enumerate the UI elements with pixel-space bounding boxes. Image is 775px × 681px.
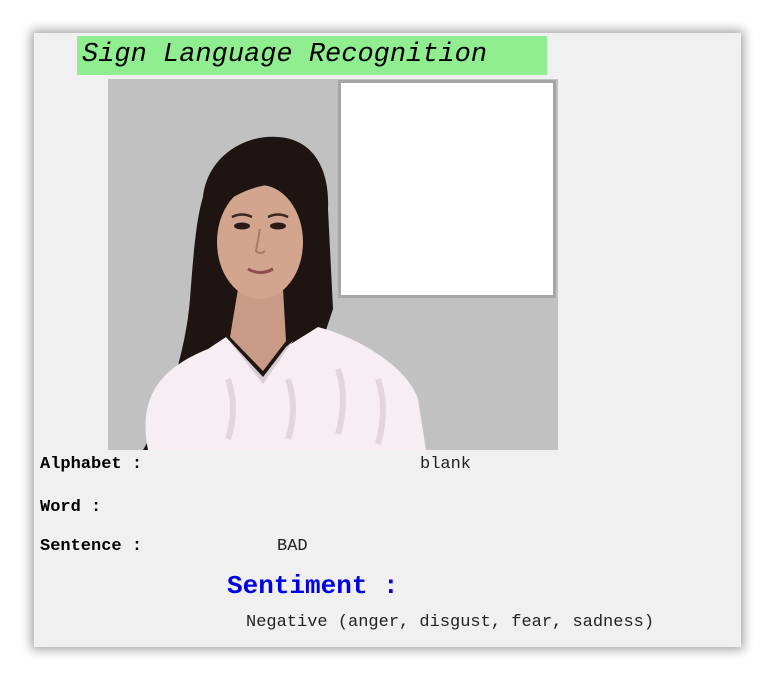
sentence-label: Sentence :: [40, 537, 143, 556]
sentiment-value: Negative (anger, disgust, fear, sadness): [246, 613, 655, 632]
app-title: Sign Language Recognition: [77, 36, 547, 75]
hand-roi-box: [338, 80, 556, 298]
app-window: Sign Language Recognition Alphabet: bla…: [34, 33, 741, 647]
alphabet-label: Alphabet :: [40, 455, 143, 474]
word-label: Word :: [40, 498, 102, 517]
alphabet-value: blank: [420, 455, 472, 474]
sentence-value: BAD: [277, 537, 308, 556]
hand-roi-canvas: [341, 83, 553, 295]
camera-feed: [108, 79, 558, 450]
sentiment-title: Sentiment :: [227, 571, 399, 601]
